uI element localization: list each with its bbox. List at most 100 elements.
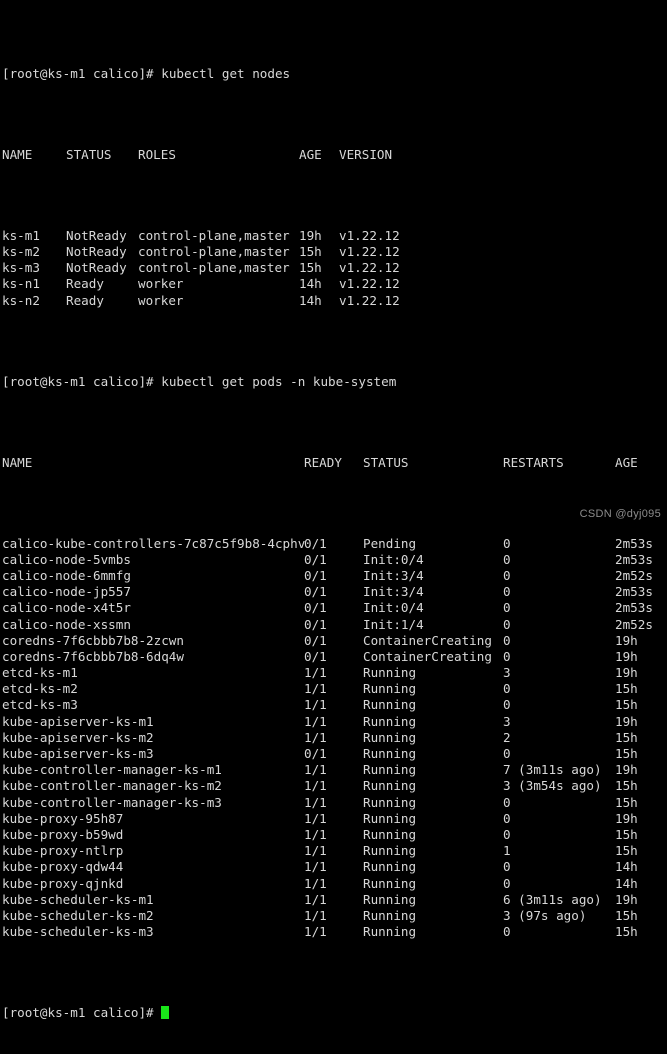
pods-header-restarts: RESTARTS bbox=[503, 454, 564, 470]
pods-table-row: kube-apiserver-ks-m1 1/1 Running 3 19h bbox=[2, 714, 667, 730]
pods-table-row: etcd-ks-m3 1/1 Running 0 15h bbox=[2, 697, 667, 713]
pod-ready: 0/1 bbox=[304, 567, 327, 583]
pod-status: Running bbox=[363, 762, 417, 778]
pod-status: Running bbox=[363, 681, 417, 697]
pod-ready: 0/1 bbox=[304, 746, 327, 761]
pod-ready: 1/1 bbox=[304, 907, 327, 923]
pod-name: etcd-ks-m1 bbox=[2, 665, 78, 681]
pod-name: kube-proxy-qjnkd bbox=[2, 875, 124, 891]
pod-ready: 1/1 bbox=[304, 681, 327, 697]
pod-name: kube-proxy-b59wd bbox=[2, 826, 124, 842]
pods-table-row: kube-scheduler-ks-m3 1/1 Running 0 15h bbox=[2, 924, 667, 940]
node-roles: control-plane,master bbox=[138, 244, 290, 259]
pods-header-status: STATUS bbox=[363, 454, 409, 470]
pod-status: Running bbox=[363, 794, 417, 810]
pods-table-row: kube-controller-manager-ks-m1 1/1 Running 7… bbox=[2, 762, 667, 778]
pod-restarts: 0 bbox=[503, 924, 511, 940]
pod-status: ContainerCreating bbox=[363, 632, 492, 648]
watermark-label: CSDN @dyj095 bbox=[579, 508, 661, 520]
pod-restarts: 6 (3m11s ago) bbox=[503, 891, 602, 907]
pods-table-header: NAME READY STATUS RESTARTS AGE bbox=[2, 455, 667, 471]
terminal-screen[interactable]: [root@ks-m1 calico]# kubectl get nodes N… bbox=[0, 0, 667, 1020]
pods-table-row: calico-node-jp557 0/1 Init:3/4 0 2m53s bbox=[2, 584, 667, 600]
pod-ready: 1/1 bbox=[304, 762, 327, 778]
pod-ready: 1/1 bbox=[304, 697, 327, 713]
pod-status: Init:0/4 bbox=[363, 600, 424, 616]
pods-table-row: calico-node-5vmbs 0/1 Init:0/4 0 2m53s bbox=[2, 552, 667, 568]
nodes-table-row: ks-n2 Ready worker 14h v1.22.12 bbox=[2, 293, 667, 309]
pod-restarts: 1 bbox=[503, 843, 511, 859]
pod-status: Running bbox=[363, 665, 417, 681]
pod-age: 2m52s bbox=[615, 567, 653, 583]
pods-table-row: coredns-7f6cbbb7b8-2zcwn 0/1 ContainerCrea… bbox=[2, 633, 667, 649]
node-status: Ready bbox=[66, 276, 104, 292]
node-age: 15h bbox=[299, 244, 322, 259]
pod-status: Running bbox=[363, 697, 417, 713]
pod-status: Init:3/4 bbox=[363, 584, 424, 600]
pod-status: Running bbox=[363, 729, 417, 745]
nodes-header-name: NAME bbox=[2, 146, 33, 162]
pod-restarts: 0 bbox=[503, 616, 511, 632]
pod-name: calico-node-6mmfg bbox=[2, 567, 131, 583]
pod-age: 15h bbox=[615, 924, 638, 940]
pod-name: kube-scheduler-ks-m3 bbox=[2, 924, 154, 940]
pods-table-row: kube-proxy-ntlrp 1/1 Running 1 15h bbox=[2, 843, 667, 859]
command-line-pods: [root@ks-m1 calico]# kubectl get pods -n… bbox=[2, 374, 667, 390]
command-line-nodes: [root@ks-m1 calico]# kubectl get nodes bbox=[2, 66, 667, 82]
pod-ready: 0/1 bbox=[304, 600, 327, 616]
node-version: v1.22.12 bbox=[339, 244, 400, 259]
pods-header-name: NAME bbox=[2, 454, 33, 470]
pod-age: 19h bbox=[615, 632, 638, 648]
node-name: ks-m1 bbox=[2, 227, 40, 243]
shell-prompt: [root@ks-m1 calico]# bbox=[2, 65, 162, 81]
pod-restarts: 0 bbox=[503, 859, 511, 875]
pod-name: calico-node-x4t5r bbox=[2, 600, 131, 616]
pod-restarts: 3 (3m54s ago) bbox=[503, 778, 602, 794]
pod-restarts: 0 bbox=[503, 746, 511, 761]
pod-name: kube-controller-manager-ks-m3 bbox=[2, 794, 222, 810]
node-age: 19h bbox=[299, 227, 322, 243]
nodes-header-age: AGE bbox=[299, 146, 322, 162]
pod-ready: 0/1 bbox=[304, 584, 327, 600]
pods-table-row: calico-node-x4t5r 0/1 Init:0/4 0 2m53s bbox=[2, 600, 667, 616]
pods-table-row: kube-scheduler-ks-m2 1/1 Running 3 (97s ago… bbox=[2, 908, 667, 924]
text-cursor bbox=[161, 1006, 170, 1020]
nodes-header-version: VERSION bbox=[339, 146, 393, 162]
pod-name: kube-proxy-95h87 bbox=[2, 810, 124, 826]
pods-table-row: coredns-7f6cbbb7b8-6dq4w 0/1 ContainerCrea… bbox=[2, 649, 667, 665]
command-line-final[interactable]: [root@ks-m1 calico]# bbox=[2, 1005, 667, 1021]
pod-status: Running bbox=[363, 778, 417, 794]
pod-age: 19h bbox=[615, 648, 638, 664]
pods-table-row: kube-proxy-qdw44 1/1 Running 0 14h bbox=[2, 859, 667, 875]
pod-status: Running bbox=[363, 826, 417, 842]
pod-name: etcd-ks-m2 bbox=[2, 681, 78, 697]
pod-status: Running bbox=[363, 907, 417, 923]
pod-ready: 0/1 bbox=[304, 632, 327, 648]
pod-ready: 1/1 bbox=[304, 713, 327, 729]
nodes-table-row: ks-m3 NotReady control-plane,master 15h v1.2… bbox=[2, 260, 667, 276]
pod-name: coredns-7f6cbbb7b8-2zcwn bbox=[2, 632, 184, 648]
pod-status: Init:1/4 bbox=[363, 616, 424, 632]
pod-name: kube-apiserver-ks-m2 bbox=[2, 729, 154, 745]
nodes-header-roles: ROLES bbox=[138, 146, 176, 162]
pod-age: 15h bbox=[615, 826, 638, 842]
node-status: NotReady bbox=[66, 227, 127, 243]
pod-ready: 1/1 bbox=[304, 891, 327, 907]
pod-ready: 1/1 bbox=[304, 924, 327, 940]
pod-name: kube-scheduler-ks-m1 bbox=[2, 891, 154, 907]
pod-status: Running bbox=[363, 891, 417, 907]
pod-restarts: 0 bbox=[503, 826, 511, 842]
nodes-table-row: ks-n1 Ready worker 14h v1.22.12 bbox=[2, 276, 667, 292]
pod-age: 2m52s bbox=[615, 616, 653, 632]
node-roles: worker bbox=[138, 276, 184, 292]
node-name: ks-m2 bbox=[2, 244, 40, 259]
pod-restarts: 0 bbox=[503, 567, 511, 583]
pod-name: kube-scheduler-ks-m2 bbox=[2, 907, 154, 923]
pod-name: kube-apiserver-ks-m1 bbox=[2, 713, 154, 729]
nodes-table-header: NAME STATUS ROLES AGE VERSION bbox=[2, 147, 667, 163]
pod-age: 15h bbox=[615, 697, 638, 713]
pod-name: etcd-ks-m3 bbox=[2, 697, 78, 713]
pod-age: 15h bbox=[615, 746, 638, 761]
pod-age: 15h bbox=[615, 907, 638, 923]
pods-table-row: kube-proxy-b59wd 1/1 Running 0 15h bbox=[2, 827, 667, 843]
